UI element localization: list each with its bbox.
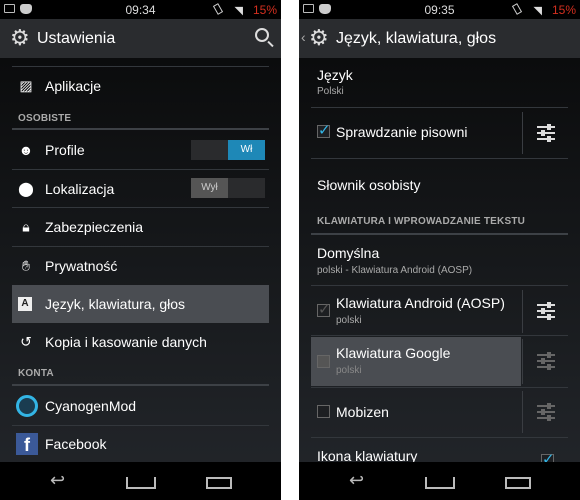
settings-item-jezyk[interactable]: A Język, klawiatura, głos <box>12 285 269 323</box>
navigation-bar: ↩ <box>0 462 281 500</box>
recent-apps-icon[interactable] <box>505 477 531 489</box>
home-icon[interactable] <box>126 477 156 489</box>
settings-item-kopia[interactable]: ↺ Kopia i kasowanie danych <box>12 323 269 361</box>
settings-screen: 09:34 ◥ 15% ⚙ Ustawienia ▨ Aplikacje OSOB… <box>0 0 281 500</box>
mobizen-checkbox[interactable] <box>317 405 330 418</box>
personal-dictionary-item[interactable]: Słownik osobisty <box>311 160 568 206</box>
account-item-facebook[interactable]: f Facebook <box>12 426 269 462</box>
battery-level: 15% <box>551 3 576 17</box>
settings-gear-icon: ⚙ <box>10 25 30 50</box>
keyboard-item-aosp[interactable]: Klawiatura Android (AOSP) polski <box>311 288 568 335</box>
action-bar[interactable]: ‹ ⚙ Język, klawiatura, głos <box>299 19 580 58</box>
section-header-keyboard: KLAWIATURA I WPROWADZANIE TEKSTU <box>317 216 526 227</box>
spellcheck-checkbox[interactable] <box>317 121 331 139</box>
language-icon: A <box>18 297 32 311</box>
profile-icon: ☻ <box>18 142 34 158</box>
location-icon: ⬤ <box>18 180 34 197</box>
back-icon[interactable]: ↩ <box>349 470 364 491</box>
keyboard-item-google[interactable]: Klawiatura Google polski <box>311 337 568 386</box>
spellcheck-item[interactable]: Sprawdzanie pisowni <box>311 110 568 156</box>
settings-item-aplikacje[interactable]: ▨ Aplikacje <box>12 68 269 104</box>
facebook-icon: f <box>16 433 38 455</box>
action-bar: ⚙ Ustawienia <box>0 19 281 58</box>
page-title: Ustawienia <box>37 30 116 47</box>
section-header-osobiste: OSOBISTE <box>18 113 72 124</box>
language-item[interactable]: Język Polski <box>311 60 568 107</box>
up-chevron-icon[interactable]: ‹ <box>301 29 306 45</box>
lock-icon: 🔒︎ <box>22 218 30 235</box>
google-keyboard-checkbox[interactable] <box>317 355 330 368</box>
status-bar: 09:34 ◥ 15% <box>0 0 281 19</box>
spellcheck-settings-icon[interactable] <box>522 112 568 154</box>
aosp-checkbox[interactable] <box>317 300 331 318</box>
navigation-bar: ↩ <box>299 462 580 500</box>
keyboard-icon-checkbox[interactable] <box>541 450 555 462</box>
keyboard-item-mobizen[interactable]: Mobizen <box>311 389 568 435</box>
battery-level: 15% <box>252 3 277 17</box>
aosp-settings-icon[interactable] <box>522 290 568 333</box>
search-icon[interactable] <box>255 28 269 42</box>
apps-icon: ▨ <box>19 77 33 94</box>
section-header-konta: KONTA <box>18 368 54 379</box>
privacy-icon: ✋︎ <box>22 257 30 273</box>
google-keyboard-settings-icon[interactable] <box>522 339 568 384</box>
recent-apps-icon[interactable] <box>206 477 232 489</box>
page-title: Język, klawiatura, głos <box>336 30 497 47</box>
cyanogenmod-icon <box>16 395 38 417</box>
wifi-signal-icon: ◥ <box>533 5 542 17</box>
language-settings-screen: 09:35 ◥ 15% ‹ ⚙ Język, klawiatura, głos … <box>299 0 580 500</box>
wifi-signal-icon: ◥ <box>234 5 243 17</box>
home-icon[interactable] <box>425 477 455 489</box>
settings-item-zabezpieczenia[interactable]: 🔒︎ Zabezpieczenia <box>12 208 269 246</box>
keyboard-icon-item[interactable]: Ikona klawiatury <box>311 439 568 462</box>
profile-toggle[interactable]: Wł <box>191 140 265 160</box>
account-item-cyanogenmod[interactable]: CyanogenMod <box>12 387 269 425</box>
status-bar: 09:35 ◥ 15% <box>299 0 580 19</box>
settings-item-prywatnosc[interactable]: ✋︎ Prywatność <box>12 247 269 284</box>
back-icon[interactable]: ↩ <box>50 470 65 491</box>
default-keyboard-item[interactable]: Domyślna polski - Klawiatura Android (AOS… <box>311 236 568 285</box>
backup-icon: ↺ <box>20 333 32 350</box>
location-toggle[interactable]: Wył <box>191 178 265 198</box>
mobizen-settings-icon[interactable] <box>522 391 568 433</box>
settings-gear-icon: ⚙ <box>309 25 329 50</box>
